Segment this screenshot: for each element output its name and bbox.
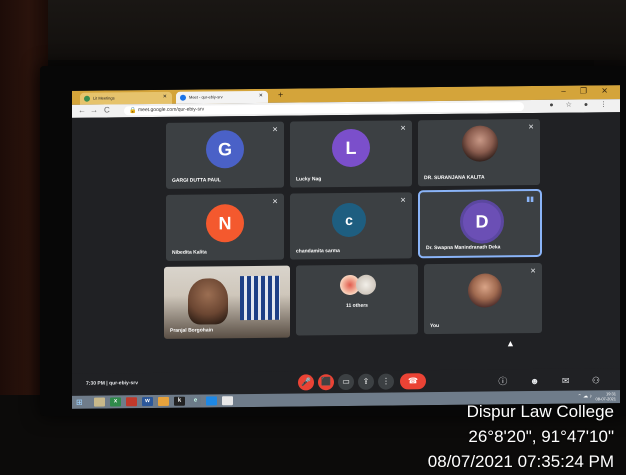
file-explorer-icon[interactable] <box>94 397 105 407</box>
participant-name: Lucky Nag <box>296 176 322 183</box>
new-tab-icon[interactable]: + <box>278 90 283 100</box>
browser-tab-active[interactable]: Meet - qur-ebiy-srv ✕ <box>176 90 268 104</box>
participant-video-face <box>188 278 228 325</box>
participant-tile-video[interactable]: Pranjal Borgohain <box>164 265 290 339</box>
mic-muted-icon: ✕ <box>272 198 278 206</box>
avatar: D <box>460 199 504 244</box>
avatar: L <box>332 128 370 168</box>
participant-tile[interactable]: c ✕ chandamita sarma <box>290 192 412 260</box>
app-icon[interactable] <box>206 396 217 406</box>
mic-muted-icon: ✕ <box>400 125 406 133</box>
mic-muted-icon: ✕ <box>272 126 278 134</box>
app-icon[interactable] <box>126 397 137 407</box>
participant-photo <box>356 274 376 295</box>
participant-tile-speaking[interactable]: D ▮▮ Dr. Swapna Manindranath Deka <box>420 190 540 257</box>
k-app-icon[interactable]: k <box>174 396 185 406</box>
participant-name: You <box>430 323 440 330</box>
watermark-location: Dispur Law College <box>466 402 614 421</box>
word-icon[interactable]: w <box>142 397 153 407</box>
system-tray-icons[interactable]: ⌃ ☁ ♪ <box>578 393 592 399</box>
participant-name: Pranjal Borgohain <box>170 327 214 334</box>
watermark-coordinates: 26°8'20", 91°47'10" <box>468 427 614 446</box>
meeting-time-and-code: 7:30 PM | qur-ebiy-srv <box>86 380 138 387</box>
tab-title: Lit Meetings <box>93 95 115 101</box>
present-button[interactable]: ⇪ <box>358 373 374 390</box>
mic-muted-icon: ✕ <box>528 124 534 132</box>
participant-tile[interactable]: N ✕ Nibedita Kalita <box>166 193 284 261</box>
watermark-datetime: 08/07/2021 07:35:24 PM <box>427 452 614 471</box>
monitor-screen: Lit Meetings ✕ Meet - qur-ebiy-srv ✕ + –… <box>72 85 620 409</box>
participant-photo <box>462 125 498 162</box>
system-clock[interactable]: 19:31 08-07-2021 <box>596 391 616 401</box>
browser-toolbar-icons[interactable]: ● ☆ ● ⋮ <box>549 100 612 109</box>
app-icon[interactable] <box>158 396 169 406</box>
close-tab-icon[interactable]: ✕ <box>163 94 167 100</box>
edge-icon[interactable]: e <box>190 396 201 406</box>
window-controls[interactable]: – ❐ ✕ <box>561 86 614 96</box>
participant-tile[interactable]: ✕ DR. SURANJANA KALITA <box>418 118 540 187</box>
browser-tab[interactable]: Lit Meetings ✕ <box>80 91 172 105</box>
speaking-indicator-icon: ▮▮ <box>526 196 534 204</box>
back-icon[interactable]: ← <box>78 106 86 115</box>
start-button-icon[interactable]: ⊞ <box>76 398 83 407</box>
mic-muted-icon: ✕ <box>530 268 536 276</box>
avatar: G <box>206 130 244 169</box>
participant-name: chandamita sarma <box>296 248 340 255</box>
avatar: c <box>332 202 366 238</box>
more-options-button[interactable]: ⋮ <box>378 373 394 390</box>
room-wall-top <box>0 0 626 60</box>
meet-video-grid: G ✕ GARGI DUTTA PAUL L ✕ Lucky Nag ✕ DR.… <box>72 112 620 374</box>
participant-tile[interactable]: L ✕ Lucky Nag <box>290 120 412 188</box>
mic-off-button[interactable]: 🎤 <box>298 374 314 391</box>
end-call-button[interactable]: ☎ <box>400 373 426 390</box>
avatar: N <box>206 204 244 243</box>
mouse-cursor-icon: ▲ <box>506 338 515 349</box>
tab-title: Meet - qur-ebiy-srv <box>189 94 223 100</box>
mic-muted-icon: ✕ <box>400 197 406 205</box>
participant-name: DR. SURANJANA KALITA <box>424 174 485 182</box>
others-count: 11 others <box>346 302 368 309</box>
others-tile[interactable]: 11 others <box>296 264 418 336</box>
camera-off-button[interactable]: ⬛ <box>318 374 334 391</box>
forward-icon[interactable]: → <box>90 106 98 115</box>
participant-name: GARGI DUTTA PAUL <box>172 177 221 184</box>
participant-tile[interactable]: G ✕ GARGI DUTTA PAUL <box>166 121 284 189</box>
captions-button[interactable]: ▭ <box>338 373 354 391</box>
participant-name: Dr. Swapna Manindranath Deka <box>426 244 501 252</box>
meet-favicon-icon <box>180 94 186 101</box>
curtain-background <box>240 275 280 321</box>
participant-name: Nibedita Kalita <box>172 249 207 256</box>
url-text: meet.google.com/qur-ebiy-srv <box>138 106 205 114</box>
tab-favicon-icon <box>84 95 90 102</box>
chrome-icon[interactable] <box>222 396 233 406</box>
participant-photo <box>468 273 502 308</box>
meet-side-panel-icons[interactable]: ⓘ ☻ ✉ ⚇ <box>498 373 610 387</box>
lock-icon: 🔒 <box>129 108 137 115</box>
participant-tile-self[interactable]: ✕ You <box>424 262 542 335</box>
excel-icon[interactable]: x <box>110 397 121 407</box>
close-tab-icon[interactable]: ✕ <box>259 93 263 99</box>
reload-icon[interactable]: C <box>104 105 110 114</box>
clock-date: 08-07-2021 <box>595 396 616 402</box>
